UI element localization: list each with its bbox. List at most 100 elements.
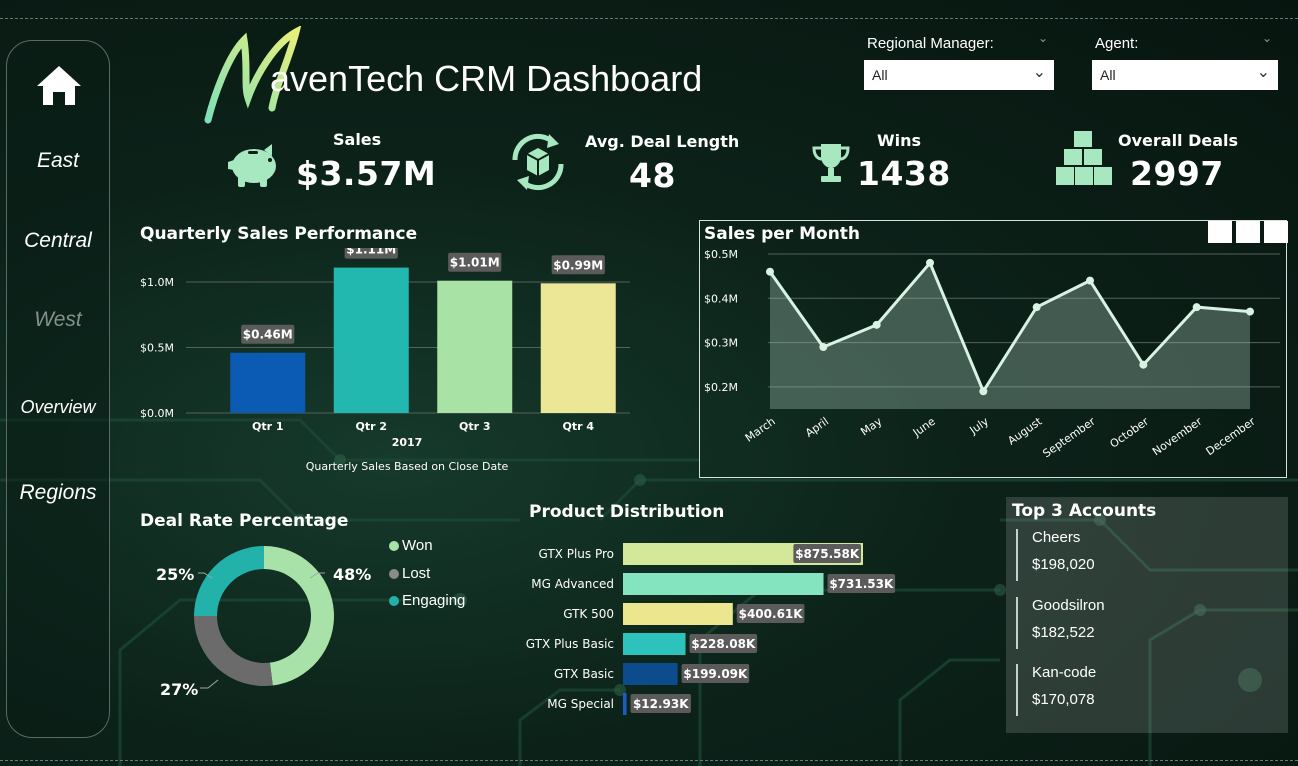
data-label: $1.11M (346, 248, 396, 257)
deal-rate-title: Deal Rate Percentage (140, 511, 349, 531)
category-label: GTK 500 (563, 607, 614, 621)
chevron-down-icon: ⌄ (1256, 64, 1270, 81)
data-point (819, 343, 828, 351)
y-tick-label: $0.2M (704, 381, 738, 394)
deal-length-label: Avg. Deal Length (585, 132, 740, 151)
x-tick-label: Qtr 2 (355, 420, 387, 433)
box-cycle-icon (512, 133, 564, 191)
top-accounts-panel: Top 3 Accounts Cheers $198,020 Goodsilro… (1006, 497, 1288, 733)
data-label-engaging: 25% (156, 565, 194, 584)
bar-mg-advanced (623, 573, 824, 595)
regional-manager-value: All (872, 67, 888, 83)
data-point (1192, 303, 1201, 312)
sidebar-item-regions[interactable]: Regions (7, 481, 109, 505)
sidebar-item-central[interactable]: Central (7, 229, 109, 253)
page-title: avenTech CRM Dashboard (270, 58, 703, 99)
data-point (872, 320, 881, 329)
sidebar-item-overview[interactable]: Overview (7, 397, 109, 418)
y-tick-label: $0.4M (704, 292, 738, 305)
data-label: $400.61K (739, 607, 804, 621)
x-tick-label: Qtr 3 (459, 420, 491, 433)
data-label: $0.99M (553, 258, 603, 272)
piggy-bank-icon (228, 144, 276, 187)
sales-value: $3.57M (296, 154, 437, 193)
x-tick-label: Qtr 4 (562, 420, 594, 433)
bar-gtx-plus-basic (623, 633, 686, 655)
data-point (1032, 303, 1041, 312)
bar-qtr-2 (333, 267, 409, 413)
account-item: Kan-code $170,078 (1016, 664, 1096, 716)
sidebar-nav: East Central West Overview Regions (6, 40, 110, 738)
overall-deals-value: 2997 (1130, 154, 1224, 193)
x-tick-label: July (967, 415, 992, 438)
account-name: Kan-code (1032, 664, 1097, 681)
chevron-down-icon[interactable]: ⌄ (1262, 31, 1272, 45)
product-distribution-chart: GTX Plus Pro $875.58K MG Advanced $731.53K G… (526, 543, 896, 715)
x-axis-title: Quarterly Sales Based on Close Date (306, 460, 509, 473)
regional-manager-dropdown[interactable]: All ⌄ (864, 60, 1054, 90)
data-label: $875.58K (795, 547, 860, 561)
sidebar-item-west[interactable]: West (7, 308, 109, 332)
x-tick-label: April (803, 415, 831, 440)
category-label: MG Special (547, 697, 614, 711)
overall-deals-label: Overall Deals (1118, 131, 1239, 150)
legend-won: Won (389, 537, 433, 554)
chevron-down-icon[interactable]: ⌄ (1038, 31, 1048, 45)
legend-engaging-dot (389, 596, 399, 607)
agent-dropdown[interactable]: All ⌄ (1092, 60, 1278, 90)
account-name: Goodsilron (1032, 597, 1105, 614)
account-value: $182,522 (1032, 624, 1095, 641)
data-point (926, 258, 934, 267)
y-tick-label: $0.5M (140, 342, 174, 355)
home-icon[interactable] (34, 63, 84, 107)
y-tick-label: $0.0M (140, 407, 174, 420)
data-point (979, 387, 988, 396)
x-tick-label: June (910, 415, 938, 440)
sales-per-month-panel: Sales per Month $0.2M $0.3M $0.4M $0.5M Marc… (699, 220, 1288, 478)
bar-gtx-basic (623, 663, 678, 685)
legend-lost: Lost (389, 565, 430, 582)
data-point (766, 267, 774, 276)
x-tick-label: December (1204, 415, 1259, 459)
slice-won (264, 546, 334, 686)
regional-manager-label: Regional Manager: (867, 35, 994, 52)
data-label: $199.09K (683, 667, 748, 681)
boxes-icon (1056, 131, 1112, 185)
x-tick-label: Qtr 1 (252, 420, 284, 433)
sales-per-month-chart: $0.2M $0.3M $0.4M $0.5M March April May June Jul… (704, 248, 1280, 460)
quarterly-sales-chart: $0.0M $0.5M $1.0M $0.46M Qtr 1 $1.11M Qtr 2 $1.… (140, 248, 630, 473)
top-accounts-title: Top 3 Accounts (1012, 501, 1157, 521)
data-label: $1.01M (450, 256, 500, 270)
wins-value: 1438 (857, 154, 951, 193)
data-label: $731.53K (829, 577, 894, 591)
category-label: GTX Plus Basic (526, 637, 614, 651)
data-point (1246, 307, 1254, 316)
legend-won-label: Won (402, 537, 433, 554)
deal-rate-donut: 48% 27% 25% (156, 546, 371, 699)
y-tick-label: $0.3M (704, 337, 738, 350)
legend-won-dot (389, 541, 399, 552)
leader-line (200, 679, 219, 689)
bar-qtr-3 (437, 280, 513, 413)
x-tick-label: May (858, 415, 884, 439)
data-point (1139, 360, 1148, 369)
data-label: $12.93K (633, 697, 689, 711)
agent-label: Agent: (1095, 35, 1139, 52)
data-label-won: 48% (333, 565, 371, 584)
agent-value: All (1100, 67, 1116, 83)
x-tick-label: October (1108, 415, 1152, 451)
bar-mg-special (623, 693, 627, 715)
chevron-down-icon: ⌄ (1032, 64, 1046, 81)
category-label: GTX Plus Pro (538, 547, 614, 561)
data-label-lost: 27% (160, 680, 198, 699)
data-label: $0.46M (243, 328, 293, 342)
x-group-label: 2017 (392, 436, 423, 449)
wins-label: Wins (877, 131, 922, 150)
legend-engaging-label: Engaging (402, 592, 466, 609)
trophy-icon (812, 144, 850, 182)
category-label: MG Advanced (531, 577, 614, 591)
legend-lost-label: Lost (402, 565, 431, 582)
deal-length-value: 48 (629, 156, 676, 195)
sidebar-item-east[interactable]: East (7, 149, 109, 173)
bottom-divider (0, 760, 1298, 761)
